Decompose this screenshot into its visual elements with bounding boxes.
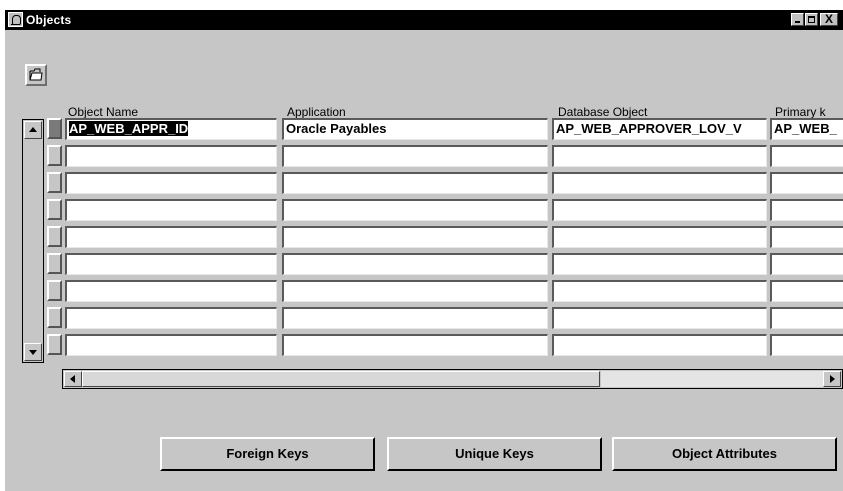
database-object-field[interactable]	[552, 172, 767, 194]
object-name-field[interactable]	[65, 172, 277, 194]
primary-key-field[interactable]	[770, 334, 843, 356]
folder-open-icon	[29, 68, 43, 81]
record-indicator[interactable]	[47, 280, 62, 301]
objects-window: Objects X Object Name Application Databa…	[5, 10, 843, 491]
minimize-icon[interactable]	[791, 13, 804, 26]
scroll-up-icon[interactable]	[24, 121, 42, 139]
application-field[interactable]	[282, 280, 548, 302]
object-attributes-button[interactable]: Object Attributes	[612, 437, 837, 471]
database-object-field[interactable]	[552, 307, 767, 329]
record-indicator[interactable]	[47, 253, 62, 274]
horizontal-scroll-thumb[interactable]	[82, 371, 600, 387]
maximize-icon[interactable]	[805, 13, 818, 26]
application-value: Oracle Payables	[286, 121, 387, 136]
record-indicator[interactable]	[47, 334, 62, 355]
primary-key-field[interactable]	[770, 145, 843, 167]
record-indicator[interactable]	[47, 307, 62, 328]
application-field[interactable]: Oracle Payables	[282, 118, 548, 140]
database-object-field[interactable]	[552, 226, 767, 248]
object-name-field[interactable]	[65, 145, 277, 167]
open-folder-button[interactable]	[25, 64, 47, 86]
primary-key-field[interactable]	[770, 280, 843, 302]
record-indicator[interactable]	[47, 172, 62, 193]
object-name-field[interactable]	[65, 280, 277, 302]
column-header-application: Application	[287, 105, 346, 119]
database-object-field[interactable]: AP_WEB_APPROVER_LOV_V	[552, 118, 767, 140]
primary-key-field[interactable]	[770, 307, 843, 329]
primary-key-field[interactable]	[770, 199, 843, 221]
oracle-forms-icon[interactable]	[8, 12, 23, 27]
close-icon[interactable]: X	[820, 12, 838, 26]
scroll-left-icon[interactable]	[64, 371, 82, 387]
application-field[interactable]	[282, 172, 548, 194]
primary-key-field[interactable]	[770, 172, 843, 194]
application-field[interactable]	[282, 226, 548, 248]
database-object-field[interactable]	[552, 280, 767, 302]
object-name-field[interactable]	[65, 253, 277, 275]
primary-key-field[interactable]: AP_WEB_	[770, 118, 843, 140]
unique-keys-button[interactable]: Unique Keys	[387, 437, 602, 471]
foreign-keys-button[interactable]: Foreign Keys	[160, 437, 375, 471]
scroll-right-icon[interactable]	[823, 371, 841, 387]
record-indicator[interactable]	[47, 226, 62, 247]
record-indicator[interactable]	[47, 118, 62, 139]
application-field[interactable]	[282, 334, 548, 356]
column-header-primary-key: Primary k	[775, 105, 826, 119]
object-name-field[interactable]	[65, 199, 277, 221]
database-object-field[interactable]	[552, 199, 767, 221]
object-name-field[interactable]: AP_WEB_APPR_ID	[65, 118, 277, 140]
record-indicator[interactable]	[47, 199, 62, 220]
object-name-field[interactable]	[65, 226, 277, 248]
record-indicator[interactable]	[47, 145, 62, 166]
database-object-field[interactable]	[552, 145, 767, 167]
primary-key-field[interactable]	[770, 226, 843, 248]
vertical-scrollbar[interactable]	[22, 119, 44, 363]
database-object-field[interactable]	[552, 253, 767, 275]
primary-key-value: AP_WEB_	[774, 121, 837, 136]
database-object-field[interactable]	[552, 334, 767, 356]
database-object-value: AP_WEB_APPROVER_LOV_V	[556, 121, 742, 136]
column-header-database-object: Database Object	[558, 105, 648, 119]
primary-key-field[interactable]	[770, 253, 843, 275]
object-name-value: AP_WEB_APPR_ID	[69, 121, 189, 136]
scroll-down-icon[interactable]	[24, 343, 42, 361]
application-field[interactable]	[282, 199, 548, 221]
window-title: Objects	[26, 13, 72, 27]
object-name-field[interactable]	[65, 307, 277, 329]
application-field[interactable]	[282, 145, 548, 167]
application-field[interactable]	[282, 307, 548, 329]
application-field[interactable]	[282, 253, 548, 275]
title-bar[interactable]: Objects X	[5, 10, 843, 30]
object-name-field[interactable]	[65, 334, 277, 356]
close-glyph: X	[824, 12, 833, 26]
horizontal-scroll-track[interactable]	[601, 371, 823, 387]
horizontal-scrollbar[interactable]	[62, 369, 843, 389]
column-header-object-name: Object Name	[68, 105, 139, 119]
vertical-scroll-track[interactable]	[24, 140, 42, 343]
